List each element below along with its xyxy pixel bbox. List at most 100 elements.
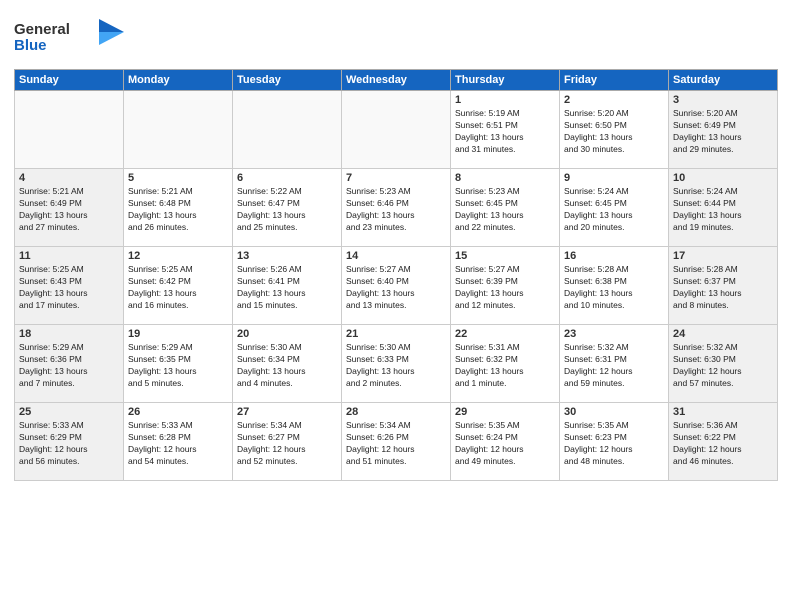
col-saturday: Saturday <box>669 70 778 91</box>
day-info: Sunrise: 5:22 AM Sunset: 6:47 PM Dayligh… <box>237 186 337 234</box>
day-info: Sunrise: 5:33 AM Sunset: 6:28 PM Dayligh… <box>128 420 228 468</box>
calendar-cell: 14 Sunrise: 5:27 AM Sunset: 6:40 PM Dayli… <box>342 247 451 325</box>
day-info: Sunrise: 5:32 AM Sunset: 6:30 PM Dayligh… <box>673 342 773 390</box>
calendar-cell: 18 Sunrise: 5:29 AM Sunset: 6:36 PM Dayli… <box>15 325 124 403</box>
logo-text: General Blue <box>14 14 124 63</box>
day-number: 2 <box>564 94 664 106</box>
day-info: Sunrise: 5:19 AM Sunset: 6:51 PM Dayligh… <box>455 108 555 156</box>
calendar-cell: 23Sunrise: 5:32 AM Sunset: 6:31 PM Dayli… <box>560 325 669 403</box>
calendar-body: 1 Sunrise: 5:19 AM Sunset: 6:51 PM Daylig… <box>15 91 778 481</box>
calendar-table: Sunday Monday Tuesday Wednesday Thursday… <box>14 69 778 481</box>
calendar-cell: 19Sunrise: 5:29 AM Sunset: 6:35 PM Dayli… <box>124 325 233 403</box>
day-number: 14 <box>346 250 446 262</box>
calendar-cell <box>124 91 233 169</box>
calendar-cell: 27 Sunrise: 5:34 AM Sunset: 6:27 PM Dayli… <box>233 403 342 481</box>
day-info: Sunrise: 5:36 AM Sunset: 6:22 PM Dayligh… <box>673 420 773 468</box>
svg-text:Blue: Blue <box>14 37 47 54</box>
day-info: Sunrise: 5:29 AM Sunset: 6:36 PM Dayligh… <box>19 342 119 390</box>
day-info: Sunrise: 5:20 AM Sunset: 6:50 PM Dayligh… <box>564 108 664 156</box>
day-number: 19 <box>128 328 228 340</box>
day-number: 20 <box>237 328 337 340</box>
calendar-cell: 26 Sunrise: 5:33 AM Sunset: 6:28 PM Dayli… <box>124 403 233 481</box>
col-tuesday: Tuesday <box>233 70 342 91</box>
calendar-cell: 30Sunrise: 5:35 AM Sunset: 6:23 PM Dayli… <box>560 403 669 481</box>
day-info: Sunrise: 5:25 AM Sunset: 6:43 PM Dayligh… <box>19 264 119 312</box>
calendar-cell: 12 Sunrise: 5:25 AM Sunset: 6:42 PM Dayli… <box>124 247 233 325</box>
day-number: 18 <box>19 328 119 340</box>
calendar-cell: 5Sunrise: 5:21 AM Sunset: 6:48 PM Daylig… <box>124 169 233 247</box>
day-number: 28 <box>346 406 446 418</box>
header-row: Sunday Monday Tuesday Wednesday Thursday… <box>15 70 778 91</box>
calendar-cell: 8 Sunrise: 5:23 AM Sunset: 6:45 PM Daylig… <box>451 169 560 247</box>
logo: General Blue <box>14 14 124 63</box>
calendar-cell: 16 Sunrise: 5:28 AM Sunset: 6:38 PM Dayli… <box>560 247 669 325</box>
day-number: 26 <box>128 406 228 418</box>
day-number: 8 <box>455 172 555 184</box>
day-number: 10 <box>673 172 773 184</box>
day-info: Sunrise: 5:34 AM Sunset: 6:26 PM Dayligh… <box>346 420 446 468</box>
day-number: 9 <box>564 172 664 184</box>
calendar-cell: 2 Sunrise: 5:20 AM Sunset: 6:50 PM Daylig… <box>560 91 669 169</box>
col-friday: Friday <box>560 70 669 91</box>
day-number: 15 <box>455 250 555 262</box>
calendar-cell: 25Sunrise: 5:33 AM Sunset: 6:29 PM Dayli… <box>15 403 124 481</box>
day-number: 29 <box>455 406 555 418</box>
day-number: 31 <box>673 406 773 418</box>
day-info: Sunrise: 5:24 AM Sunset: 6:44 PM Dayligh… <box>673 186 773 234</box>
calendar-cell: 7Sunrise: 5:23 AM Sunset: 6:46 PM Daylig… <box>342 169 451 247</box>
day-number: 24 <box>673 328 773 340</box>
day-info: Sunrise: 5:33 AM Sunset: 6:29 PM Dayligh… <box>19 420 119 468</box>
calendar-cell: 20Sunrise: 5:30 AM Sunset: 6:34 PM Dayli… <box>233 325 342 403</box>
week-row-2: 4 Sunrise: 5:21 AM Sunset: 6:49 PM Daylig… <box>15 169 778 247</box>
day-info: Sunrise: 5:25 AM Sunset: 6:42 PM Dayligh… <box>128 264 228 312</box>
calendar-cell: 24 Sunrise: 5:32 AM Sunset: 6:30 PM Dayli… <box>669 325 778 403</box>
day-info: Sunrise: 5:27 AM Sunset: 6:40 PM Dayligh… <box>346 264 446 312</box>
main-container: General Blue Sunday Monday Tuesday Wedne… <box>0 0 792 491</box>
week-row-3: 11 Sunrise: 5:25 AM Sunset: 6:43 PM Dayli… <box>15 247 778 325</box>
calendar-cell: 1 Sunrise: 5:19 AM Sunset: 6:51 PM Daylig… <box>451 91 560 169</box>
calendar-cell: 17 Sunrise: 5:28 AM Sunset: 6:37 PM Dayli… <box>669 247 778 325</box>
day-number: 27 <box>237 406 337 418</box>
day-info: Sunrise: 5:30 AM Sunset: 6:33 PM Dayligh… <box>346 342 446 390</box>
calendar-cell: 6 Sunrise: 5:22 AM Sunset: 6:47 PM Daylig… <box>233 169 342 247</box>
day-number: 30 <box>564 406 664 418</box>
day-info: Sunrise: 5:34 AM Sunset: 6:27 PM Dayligh… <box>237 420 337 468</box>
day-number: 22 <box>455 328 555 340</box>
day-number: 16 <box>564 250 664 262</box>
calendar-cell: 3 Sunrise: 5:20 AM Sunset: 6:49 PM Daylig… <box>669 91 778 169</box>
col-sunday: Sunday <box>15 70 124 91</box>
day-number: 1 <box>455 94 555 106</box>
day-info: Sunrise: 5:23 AM Sunset: 6:45 PM Dayligh… <box>455 186 555 234</box>
calendar-cell: 31 Sunrise: 5:36 AM Sunset: 6:22 PM Dayli… <box>669 403 778 481</box>
day-info: Sunrise: 5:21 AM Sunset: 6:49 PM Dayligh… <box>19 186 119 234</box>
calendar-cell: 10 Sunrise: 5:24 AM Sunset: 6:44 PM Dayli… <box>669 169 778 247</box>
calendar-cell: 9 Sunrise: 5:24 AM Sunset: 6:45 PM Daylig… <box>560 169 669 247</box>
week-row-1: 1 Sunrise: 5:19 AM Sunset: 6:51 PM Daylig… <box>15 91 778 169</box>
day-number: 4 <box>19 172 119 184</box>
day-info: Sunrise: 5:26 AM Sunset: 6:41 PM Dayligh… <box>237 264 337 312</box>
calendar-cell <box>233 91 342 169</box>
calendar-cell: 13Sunrise: 5:26 AM Sunset: 6:41 PM Dayli… <box>233 247 342 325</box>
day-number: 12 <box>128 250 228 262</box>
day-number: 11 <box>19 250 119 262</box>
day-info: Sunrise: 5:21 AM Sunset: 6:48 PM Dayligh… <box>128 186 228 234</box>
calendar-cell: 21Sunrise: 5:30 AM Sunset: 6:33 PM Dayli… <box>342 325 451 403</box>
svg-text:General: General <box>14 21 70 38</box>
calendar-cell: 11 Sunrise: 5:25 AM Sunset: 6:43 PM Dayli… <box>15 247 124 325</box>
day-number: 7 <box>346 172 446 184</box>
col-wednesday: Wednesday <box>342 70 451 91</box>
day-info: Sunrise: 5:27 AM Sunset: 6:39 PM Dayligh… <box>455 264 555 312</box>
calendar-cell: 15 Sunrise: 5:27 AM Sunset: 6:39 PM Dayli… <box>451 247 560 325</box>
day-number: 3 <box>673 94 773 106</box>
day-info: Sunrise: 5:20 AM Sunset: 6:49 PM Dayligh… <box>673 108 773 156</box>
col-thursday: Thursday <box>451 70 560 91</box>
day-info: Sunrise: 5:28 AM Sunset: 6:38 PM Dayligh… <box>564 264 664 312</box>
day-number: 17 <box>673 250 773 262</box>
day-info: Sunrise: 5:35 AM Sunset: 6:24 PM Dayligh… <box>455 420 555 468</box>
calendar-cell: 22Sunrise: 5:31 AM Sunset: 6:32 PM Dayli… <box>451 325 560 403</box>
day-info: Sunrise: 5:28 AM Sunset: 6:37 PM Dayligh… <box>673 264 773 312</box>
calendar-cell <box>342 91 451 169</box>
day-number: 6 <box>237 172 337 184</box>
header: General Blue <box>14 10 778 63</box>
day-info: Sunrise: 5:24 AM Sunset: 6:45 PM Dayligh… <box>564 186 664 234</box>
